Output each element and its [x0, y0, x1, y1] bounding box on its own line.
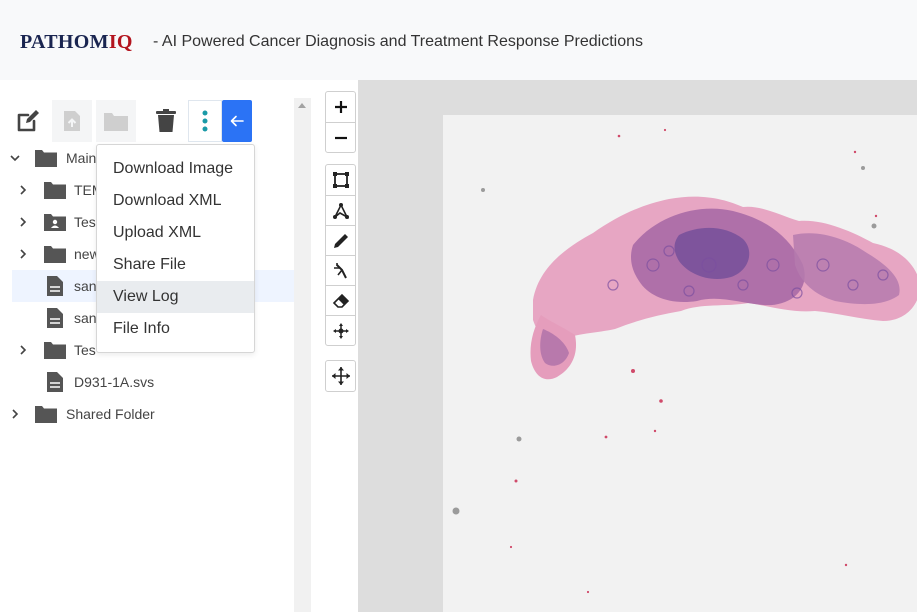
- slide-image[interactable]: [443, 115, 917, 612]
- tree-item-shared-folder[interactable]: Shared Folder: [0, 398, 294, 430]
- tree-item-label: san: [74, 310, 97, 326]
- folder-icon: [35, 406, 57, 423]
- tree-item-label: Tes: [74, 342, 96, 358]
- menu-item-view-log[interactable]: View Log: [97, 281, 254, 313]
- tree-item-label: Tes: [74, 214, 96, 230]
- brand-logo: PATHOMIQ: [20, 31, 133, 54]
- tree-item-file-d931[interactable]: D931-1A.svs: [0, 366, 294, 398]
- menu-item-upload-xml[interactable]: Upload XML: [97, 217, 254, 249]
- upload-file-icon: [64, 111, 80, 131]
- upload-file-button[interactable]: [52, 100, 92, 142]
- zoom-in-button[interactable]: [326, 92, 355, 122]
- collapse-panel-button[interactable]: [222, 100, 252, 142]
- edit-icon: [17, 110, 39, 132]
- brand-part2: IQ: [108, 31, 133, 53]
- folder-icon: [104, 113, 128, 131]
- file-icon: [47, 276, 63, 296]
- pan-move-icon: [331, 367, 350, 385]
- polygon-tool-button[interactable]: [326, 195, 355, 225]
- pan-move-button[interactable]: [326, 361, 355, 391]
- menu-item-share-file[interactable]: Share File: [97, 249, 254, 281]
- annotation-tools: [325, 164, 356, 346]
- folder-icon: [44, 342, 66, 359]
- trash-icon: [156, 109, 176, 132]
- move-points-tool-button[interactable]: [326, 315, 355, 345]
- tree-item-label: san: [74, 278, 97, 294]
- magic-wand-icon: [333, 262, 347, 278]
- app-header: PATHOMIQ - AI Powered Cancer Diagnosis a…: [0, 0, 917, 80]
- zoom-out-button[interactable]: [326, 122, 355, 152]
- file-icon: [47, 372, 63, 392]
- tree-item-label: Shared Folder: [66, 406, 155, 422]
- more-vertical-icon: [202, 110, 208, 132]
- rectangle-tool-icon: [332, 172, 349, 188]
- menu-item-file-info[interactable]: File Info: [97, 313, 254, 345]
- chevron-right-icon[interactable]: [18, 185, 28, 195]
- tree-scrollbar[interactable]: [294, 98, 311, 612]
- eraser-icon: [332, 293, 349, 308]
- pencil-tool-button[interactable]: [326, 225, 355, 255]
- file-context-menu: Download Image Download XML Upload XML S…: [96, 144, 255, 353]
- file-icon: [47, 308, 63, 328]
- move-points-icon: [332, 322, 349, 339]
- scroll-up-arrow-icon[interactable]: [298, 103, 306, 108]
- shared-folder-icon: [44, 214, 66, 231]
- edit-button[interactable]: [8, 100, 48, 142]
- new-folder-button[interactable]: [96, 100, 136, 142]
- tree-item-label: Main: [66, 150, 97, 166]
- folder-icon: [44, 182, 66, 199]
- tree-item-label: D931-1A.svs: [74, 374, 155, 390]
- delete-button[interactable]: [146, 100, 186, 142]
- chevron-right-icon[interactable]: [18, 249, 28, 259]
- eraser-tool-button[interactable]: [326, 285, 355, 315]
- chevron-right-icon[interactable]: [18, 345, 28, 355]
- menu-item-download-image[interactable]: Download Image: [97, 153, 254, 185]
- more-options-button[interactable]: [188, 100, 222, 142]
- pan-tools: [325, 360, 356, 392]
- tissue-specimen-image: [452, 128, 917, 594]
- zoom-in-icon: [334, 101, 347, 113]
- brand-part1: PATHOM: [20, 31, 109, 53]
- menu-item-download-xml[interactable]: Download XML: [97, 185, 254, 217]
- magic-wand-tool-button[interactable]: [326, 255, 355, 285]
- pencil-tool-icon: [333, 233, 348, 248]
- chevron-right-icon[interactable]: [18, 217, 28, 227]
- app-tagline: - AI Powered Cancer Diagnosis and Treatm…: [153, 33, 644, 50]
- folder-icon: [35, 150, 57, 167]
- zoom-controls: [325, 91, 356, 153]
- polygon-tool-icon: [332, 202, 349, 219]
- folder-icon: [44, 246, 66, 263]
- zoom-out-icon: [334, 136, 347, 139]
- rectangle-tool-button[interactable]: [326, 165, 355, 195]
- viewer-toolbar: [312, 80, 358, 612]
- slide-viewer[interactable]: [358, 80, 917, 612]
- chevron-down-icon[interactable]: [10, 153, 20, 163]
- arrow-left-icon: [230, 115, 244, 127]
- chevron-right-icon[interactable]: [10, 409, 20, 419]
